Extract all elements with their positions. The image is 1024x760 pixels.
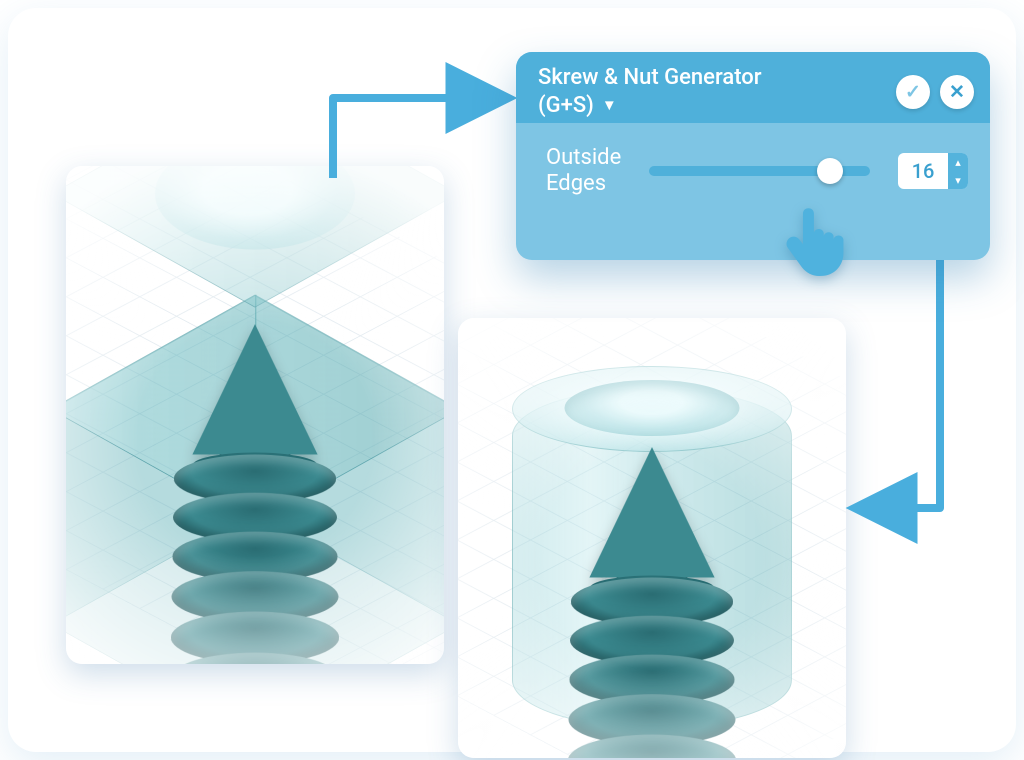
stepper-down-icon[interactable]: ▾ [948, 171, 968, 189]
edges-stepper[interactable]: 16 ▴ ▾ [898, 153, 968, 189]
pointer-hand-icon [780, 201, 850, 281]
panel-shortcut: (G+S) [538, 92, 594, 120]
edges-slider[interactable] [649, 166, 870, 176]
confirm-button[interactable]: ✓ [896, 75, 930, 109]
stepper-up-icon[interactable]: ▴ [948, 153, 968, 171]
panel-dropdown-icon[interactable]: ▼ [602, 96, 617, 115]
param-label: Edges [546, 171, 621, 197]
check-icon: ✓ [905, 80, 921, 103]
param-label: Outside [546, 145, 621, 171]
flow-arrow-to-panel [308, 78, 528, 188]
viewport-after[interactable] [458, 318, 846, 758]
close-icon: ✕ [949, 80, 965, 103]
edges-value: 16 [898, 153, 948, 189]
close-button[interactable]: ✕ [940, 75, 974, 109]
slider-knob[interactable] [817, 158, 843, 184]
app-canvas: Skrew & Nut Generator (G+S) ▼ ✓ ✕ Outsid… [8, 8, 1016, 752]
viewport-before[interactable] [66, 166, 444, 664]
parameter-panel: Skrew & Nut Generator (G+S) ▼ ✓ ✕ Outsid… [516, 52, 990, 260]
flow-arrow-to-result [848, 258, 1008, 548]
panel-title: Skrew & Nut Generator [538, 64, 762, 92]
